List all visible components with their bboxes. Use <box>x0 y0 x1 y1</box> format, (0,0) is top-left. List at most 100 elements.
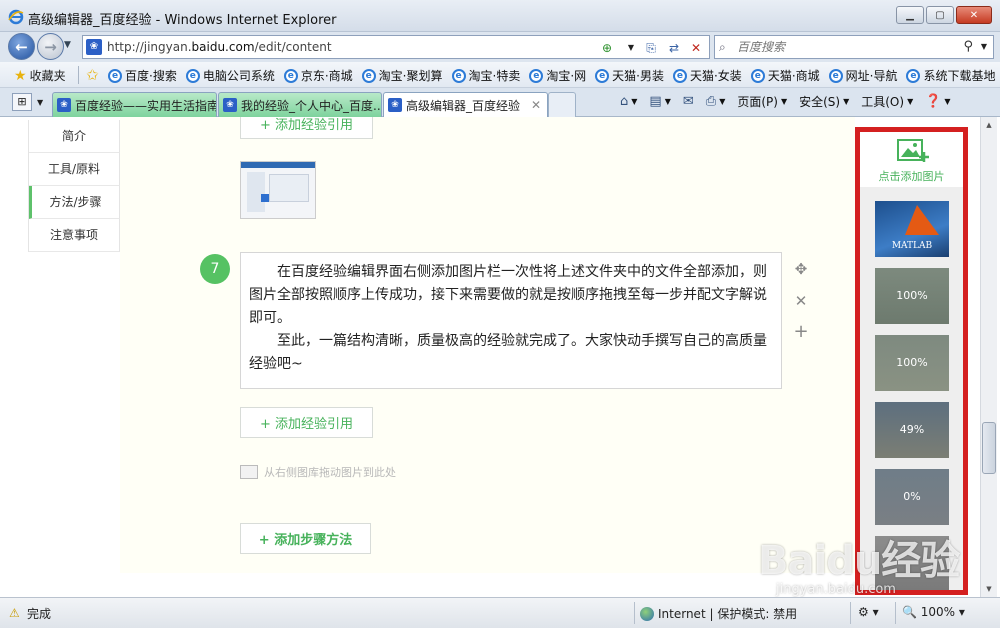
tools-menu[interactable]: 工具(O) ▼ <box>861 93 913 110</box>
stop-icon[interactable]: ✕ <box>688 40 704 56</box>
address-url[interactable]: http://jingyan.baidu.com/edit/content <box>107 40 332 54</box>
compat-view-icon[interactable]: ⊕ <box>599 40 615 56</box>
nav-item-steps[interactable]: 方法/步骤 <box>29 186 120 219</box>
delete-step-icon[interactable]: ✕ <box>792 292 810 310</box>
favorites-button[interactable]: ★ 收藏夹 <box>14 67 66 84</box>
security-zone[interactable]: Internet | 保护模式: 禁用 <box>640 605 797 622</box>
warning-icon: ⚠ <box>9 606 20 620</box>
feeds-button[interactable]: ▤ ▼ <box>649 94 670 109</box>
favorite-link[interactable]: e 天猫·商城 <box>750 67 820 84</box>
move-step-icon[interactable]: ✥ <box>792 260 810 278</box>
left-nav: 简介 工具/原料 方法/步骤 注意事项 <box>28 120 120 252</box>
ie-page-icon: e <box>595 68 610 83</box>
internet-globe-icon <box>640 606 654 621</box>
print-button[interactable]: ⎙ ▼ <box>706 94 726 109</box>
page-menu[interactable]: 页面(P) ▼ <box>737 93 787 110</box>
quick-tabs-icon[interactable]: ⊞ <box>12 93 32 111</box>
library-image-thumbnail[interactable]: 100% <box>875 268 949 324</box>
favorite-link[interactable]: e 天猫·女装 <box>672 67 742 84</box>
back-button[interactable]: ← <box>8 33 35 60</box>
tab-my-jingyan[interactable]: ❀ 我的经验_个人中心_百度... <box>218 92 382 117</box>
ie-page-icon: e <box>672 68 687 83</box>
step-paragraph-1: 在百度经验编辑界面右侧添加图片栏一次性将上述文件夹中的文件全部添加，则图片全部按… <box>249 264 767 326</box>
search-input[interactable] <box>737 39 957 55</box>
home-button[interactable]: ⌂ ▼ <box>620 94 637 109</box>
search-options-dropdown-icon[interactable]: ▼ <box>981 42 987 51</box>
site-favicon-icon: ❀ <box>86 39 102 55</box>
new-tab-button[interactable] <box>548 92 576 117</box>
ie-page-icon: e <box>185 68 200 83</box>
forward-button[interactable]: → <box>37 33 64 60</box>
favorite-link[interactable]: e 淘宝·特卖 <box>451 67 520 84</box>
feed-icon: ▤ <box>649 94 662 109</box>
tab-list-dropdown-icon[interactable]: ▼ <box>37 98 43 107</box>
address-bar[interactable]: ❀ http://jingyan.baidu.com/edit/content … <box>82 35 710 59</box>
ie-page-icon: e <box>283 68 298 83</box>
nav-item-tools[interactable]: 工具/原料 <box>29 153 120 186</box>
add-favorite-icon[interactable]: ✩ <box>86 66 99 84</box>
close-tab-icon[interactable]: ✕ <box>531 98 541 112</box>
library-image-thumbnail[interactable]: 49% <box>875 402 949 458</box>
add-image-icon <box>896 136 930 164</box>
search-icon[interactable]: ⚲ <box>963 39 973 54</box>
scrollbar-thumb[interactable] <box>982 422 996 474</box>
step-image-thumbnail[interactable] <box>240 161 316 219</box>
tab-baidu-jingyan-home[interactable]: ❀ 百度经验——实用生活指南 <box>52 92 217 117</box>
history-dropdown-icon[interactable]: ▼ <box>64 40 71 50</box>
mail-button[interactable]: ✉ <box>683 94 694 109</box>
favorite-link[interactable]: e 淘宝·网 <box>529 67 586 84</box>
help-menu[interactable]: ❓ ▼ <box>925 94 950 109</box>
scroll-down-icon[interactable]: ▼ <box>981 581 997 597</box>
status-bar: ⚠ 完成 Internet | 保护模式: 禁用 ⚙ ▾ 🔍 100% ▾ <box>0 597 1000 628</box>
baidu-paw-icon: ❀ <box>388 98 402 112</box>
favorites-links: e 百度·搜索 e 电脑公司系统 e 京东·商城 e 淘宝·聚划算 e 淘宝·特卖 e 淘宝·网 e 天猫… <box>108 67 1000 84</box>
add-reference-button[interactable]: + 添加经验引用 <box>240 407 373 438</box>
favorite-link[interactable]: e 天猫·男装 <box>595 67 664 84</box>
drag-image-hint: 从右侧图库拖动图片到此处 <box>240 464 396 480</box>
print-icon: ⎙ <box>705 94 717 109</box>
zoom-control[interactable]: 🔍 100% ▾ <box>902 605 965 619</box>
tab-row: ⊞ ▼ ❀ 百度经验——实用生活指南 ❀ 我的经验_个人中心_百度... ❀ 高… <box>0 88 1000 117</box>
popup-blocker-icon[interactable]: ⚙ ▾ <box>858 605 879 619</box>
insert-step-icon[interactable]: + <box>792 321 810 342</box>
address-row: ← → ▼ ❀ http://jingyan.baidu.com/edit/co… <box>0 32 1000 62</box>
vertical-scrollbar[interactable]: ▲ ▼ <box>980 117 997 597</box>
step-paragraph-2: 至此，一篇结构清晰，质量极高的经验就完成了。大家快动手撰写自己的高质量经验吧~ <box>249 333 767 372</box>
favorites-star-icon: ★ <box>14 67 27 84</box>
ie-page-icon: e <box>529 68 544 83</box>
compatibility-icon[interactable]: ⎘ <box>643 40 659 56</box>
refresh-icon[interactable]: ⇄ <box>666 40 682 56</box>
image-library-panel: 点击添加图片 MATLAB 100% 100% 49% 0% <box>855 127 968 595</box>
close-window-button[interactable]: ✕ <box>956 6 992 24</box>
favorite-link[interactable]: e 网址·导航 <box>828 67 897 84</box>
mail-icon: ✉ <box>682 94 694 109</box>
add-step-method-button[interactable]: + 添加步骤方法 <box>240 523 371 554</box>
add-image-button[interactable]: 点击添加图片 <box>860 132 963 187</box>
favorite-link[interactable]: e 电脑公司系统 <box>185 67 275 84</box>
add-reference-button-top[interactable]: + 添加经验引用 <box>240 117 373 139</box>
nav-item-intro[interactable]: 简介 <box>29 120 120 153</box>
safety-menu[interactable]: 安全(S) ▼ <box>799 93 849 110</box>
scroll-up-icon[interactable]: ▲ <box>981 117 997 133</box>
library-image-thumbnail[interactable]: MATLAB <box>875 201 949 257</box>
favorite-link[interactable]: e 京东·商城 <box>283 67 353 84</box>
library-image-thumbnail[interactable]: 100% <box>875 335 949 391</box>
favorite-link[interactable]: e 淘宝·聚划算 <box>361 67 443 84</box>
ie-page-icon: e <box>361 68 376 83</box>
address-dropdown-icon[interactable]: ▼ <box>623 40 639 56</box>
step-text-editor[interactable]: 在百度经验编辑界面右侧添加图片栏一次性将上述文件夹中的文件全部添加，则图片全部按… <box>240 252 782 389</box>
nav-item-notes[interactable]: 注意事项 <box>29 219 120 252</box>
tab-advanced-editor[interactable]: ❀ 高级编辑器_百度经验 ✕ <box>383 92 548 117</box>
favorite-link[interactable]: e 百度·搜索 <box>108 67 177 84</box>
window-title: 高级编辑器_百度经验 - Windows Internet Explorer <box>28 13 337 28</box>
ie-page-icon: e <box>906 68 921 83</box>
baidu-paw-icon: ❀ <box>223 98 237 112</box>
minimize-button[interactable]: ▁ <box>896 6 924 24</box>
favorite-link[interactable]: e 系统下载基地 <box>906 67 995 84</box>
home-icon: ⌂ <box>620 94 629 109</box>
baidu-paw-icon: ❀ <box>57 98 71 112</box>
library-image-thumbnail[interactable] <box>875 536 949 590</box>
step-number: 7 <box>200 254 230 284</box>
library-image-thumbnail[interactable]: 0% <box>875 469 949 525</box>
maximize-button[interactable]: ▢ <box>926 6 954 24</box>
